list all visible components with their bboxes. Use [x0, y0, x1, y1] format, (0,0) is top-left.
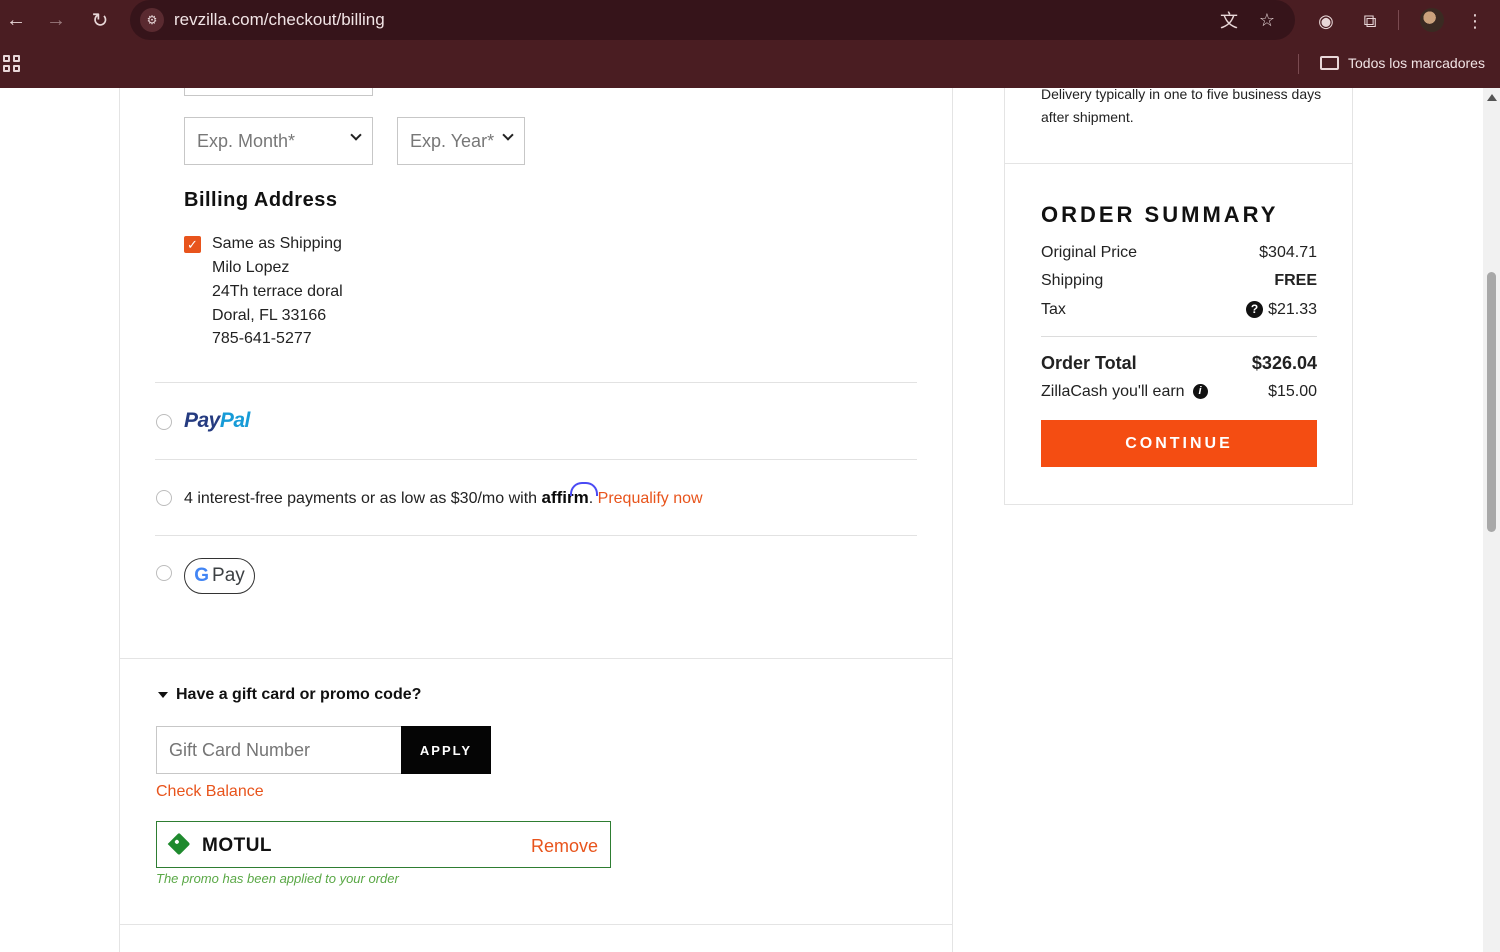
url-text[interactable]: revzilla.com/checkout/billing — [174, 10, 385, 30]
browser-chrome: ← → ↻ ⚙ revzilla.com/checkout/billing 文 … — [0, 0, 1500, 88]
exp-year-select[interactable]: Exp. Year* — [397, 117, 525, 165]
same-as-shipping-checkbox[interactable]: ✓ — [184, 236, 201, 253]
promo-applied-message: The promo has been applied to your order — [156, 871, 399, 886]
page-content: Exp. Month* Exp. Year* Billing Address ✓… — [0, 88, 1483, 952]
tax-row: Tax ? $21.33 — [1041, 301, 1317, 319]
check-balance-link[interactable]: Check Balance — [156, 783, 264, 801]
profile-avatar[interactable] — [1420, 8, 1444, 32]
menu-dots-icon[interactable]: ⋮ — [1462, 8, 1488, 34]
reload-icon[interactable]: ↻ — [86, 6, 114, 34]
paypal-logo[interactable]: PayPal — [184, 409, 250, 433]
original-price-value: $304.71 — [1259, 244, 1317, 261]
order-total-value: $326.04 — [1251, 353, 1317, 373]
chevron-down-icon — [350, 129, 362, 141]
apply-button[interactable]: APPLY — [401, 726, 491, 774]
folder-icon[interactable] — [1320, 56, 1339, 70]
divider — [155, 459, 917, 460]
paypal-logo-pay: Pay — [184, 409, 220, 432]
exp-month-placeholder: Exp. Month* — [197, 130, 296, 151]
tax-value: $21.33 — [1268, 301, 1317, 318]
original-price-row: Original Price $304.71 — [1041, 244, 1317, 262]
apps-grid-icon[interactable] — [3, 55, 21, 73]
delivery-panel: Delivery typically in one to five busine… — [1004, 88, 1353, 164]
affirm-logo: affirm — [541, 488, 589, 507]
affirm-option[interactable]: 4 interest-free payments or as low as $3… — [184, 488, 703, 508]
summary-divider — [1041, 336, 1317, 337]
scroll-thumb[interactable] — [1487, 272, 1496, 532]
order-total-row: Order Total $326.04 — [1041, 353, 1317, 374]
billing-name: Milo Lopez — [212, 259, 290, 276]
order-summary-title: ORDER SUMMARY — [1041, 202, 1279, 227]
all-bookmarks-label[interactable]: Todos los marcadores — [1348, 55, 1485, 71]
divider — [155, 382, 917, 383]
chevron-down-icon — [502, 129, 514, 141]
gift-card-section: Have a gift card or promo code? APPLY Ch… — [120, 658, 952, 925]
tag-icon — [167, 832, 191, 856]
zillacash-value: $15.00 — [1268, 383, 1317, 400]
zillacash-label: ZillaCash you'll earn — [1041, 383, 1185, 400]
google-g-icon: G — [194, 565, 210, 586]
help-icon[interactable]: ? — [1246, 301, 1264, 319]
zillacash-row: ZillaCash you'll earn i $15.00 — [1041, 383, 1317, 401]
address-bar[interactable]: ⚙ revzilla.com/checkout/billing 文 ☆ — [130, 0, 1295, 40]
affirm-text: 4 interest-free payments or as low as $3… — [184, 490, 538, 507]
continue-button[interactable]: CONTINUE — [1041, 420, 1317, 467]
puzzle-icon[interactable]: ⧉ — [1357, 8, 1383, 34]
prequalify-link[interactable]: Prequalify now — [598, 490, 703, 507]
gift-card-toggle[interactable]: Have a gift card or promo code? — [158, 686, 421, 704]
bookmark-separator — [1298, 54, 1299, 74]
same-as-shipping-label[interactable]: Same as Shipping — [212, 235, 342, 253]
delivery-note: Delivery typically in one to five busine… — [1041, 88, 1322, 125]
exp-month-select[interactable]: Exp. Month* — [184, 117, 373, 165]
applied-promo: MOTUL Remove — [156, 821, 611, 868]
billing-address-heading: Billing Address — [184, 189, 338, 211]
billing-street: 24Th terrace doral — [212, 283, 343, 300]
shipping-row: Shipping FREE — [1041, 272, 1317, 290]
shipping-value: FREE — [1274, 272, 1317, 289]
info-icon[interactable]: i — [1192, 384, 1208, 400]
original-price-label: Original Price — [1041, 244, 1138, 261]
affirm-radio[interactable] — [156, 490, 172, 506]
forward-arrow-icon[interactable]: → — [42, 6, 70, 34]
scroll-up-arrow-icon[interactable] — [1487, 94, 1497, 101]
star-icon[interactable]: ☆ — [1255, 8, 1279, 32]
toolbar-separator — [1398, 10, 1399, 30]
page-scrollbar[interactable] — [1483, 88, 1500, 952]
payment-panel: Exp. Month* Exp. Year* Billing Address ✓… — [119, 88, 953, 952]
gift-card-toggle-label: Have a gift card or promo code? — [176, 686, 422, 703]
tax-label: Tax — [1041, 301, 1066, 318]
gift-card-input[interactable] — [156, 726, 402, 774]
exp-year-placeholder: Exp. Year* — [410, 130, 495, 151]
order-summary: ORDER SUMMARY Original Price $304.71 Shi… — [1004, 164, 1353, 505]
promo-code: MOTUL — [202, 835, 273, 856]
translate-icon[interactable]: 文 — [1217, 8, 1241, 32]
extension-icon[interactable]: ◉ — [1313, 8, 1339, 34]
billing-phone: 785-641-5277 — [212, 330, 312, 347]
paypal-logo-pal: Pal — [219, 409, 251, 432]
caret-down-icon — [158, 691, 168, 698]
google-pay-logo[interactable]: G Pay — [184, 558, 255, 594]
shipping-label: Shipping — [1041, 272, 1104, 289]
gpay-text: Pay — [212, 565, 245, 586]
paypal-radio[interactable] — [156, 414, 172, 430]
gpay-radio[interactable] — [156, 565, 172, 581]
site-settings-icon[interactable]: ⚙ — [140, 8, 164, 32]
billing-city: Doral, FL 33166 — [212, 307, 327, 324]
tax-value-wrap: ? $21.33 — [1246, 301, 1317, 319]
card-field-partial[interactable] — [184, 88, 373, 96]
remove-promo-link[interactable]: Remove — [531, 836, 598, 857]
order-total-label: Order Total — [1041, 353, 1137, 373]
divider — [155, 535, 917, 536]
back-arrow-icon[interactable]: ← — [2, 6, 30, 34]
